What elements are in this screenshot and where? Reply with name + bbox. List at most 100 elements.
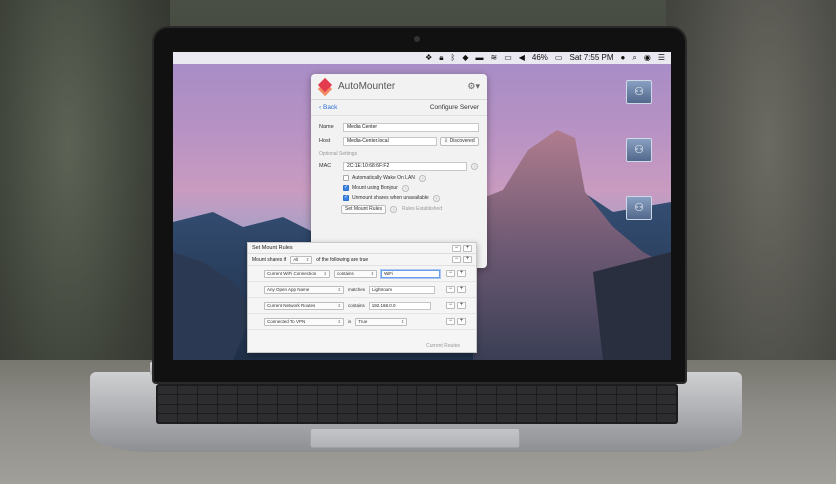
keyboard-key (497, 404, 517, 413)
chevron-down-icon: ⇕ (323, 270, 327, 276)
rule-quantifier-row: Mount shares if All ⇕ of the following ar… (248, 254, 476, 266)
volume-icon[interactable]: ◀ (519, 52, 525, 64)
remove-button[interactable]: − (452, 256, 461, 263)
keyboard-key (517, 395, 537, 404)
keyboard-key (177, 395, 197, 404)
siri-icon[interactable]: ◉ (644, 52, 651, 64)
add-rule-button[interactable]: + (457, 270, 466, 277)
remove-rule-group-button[interactable]: − (452, 244, 461, 252)
keyboard-key (397, 386, 417, 395)
desktop-drive-1[interactable]: ⚇ (619, 80, 659, 104)
unmount-row[interactable]: Unmount shares when unavailable ? (311, 193, 487, 203)
airplay-icon[interactable]: ▭ (504, 52, 512, 64)
mac-field[interactable]: 2C:1E:10:68:6F:F2 (343, 161, 467, 171)
keyboard-key (417, 386, 437, 395)
rule-field-select[interactable]: Connected To VPN ⇕ (264, 317, 344, 326)
name-row: Name Media Center (311, 120, 487, 134)
keyboard-key (397, 413, 417, 422)
keyboard-key (297, 386, 317, 395)
add-rule-button[interactable]: + (457, 286, 466, 293)
keyboard-key (517, 413, 537, 422)
remove-rule-button[interactable]: − (446, 318, 455, 325)
following-true-label: of the following are true (316, 256, 369, 263)
rules-established-label: Rules Established (401, 206, 442, 212)
remove-rule-button[interactable]: − (446, 302, 455, 309)
wake-help-icon[interactable]: ? (418, 174, 426, 182)
rule-operator-select[interactable]: contains ⇕ (334, 269, 378, 278)
keyboard-key (457, 386, 477, 395)
mount-rules-sheet: Set Mount Rules − + Mount shares if All ⇕… (247, 242, 477, 353)
chevron-down-icon: ⇕ (337, 302, 341, 308)
keyboard-key (597, 395, 617, 404)
dropbox-icon[interactable]: ❖ (425, 52, 432, 64)
rule-field-select[interactable]: Current Network Routes ⇕ (264, 301, 344, 310)
rule-field-value: Current Network Routes (267, 302, 316, 308)
rule-value-field[interactable]: WiFi (381, 269, 440, 278)
mac-help-icon[interactable]: ? (471, 162, 478, 170)
clock[interactable]: Sat 7:55 PM (569, 52, 613, 64)
wake-on-lan-checkbox[interactable] (343, 175, 349, 181)
remove-rule-button[interactable]: − (446, 286, 455, 293)
rule-value-field[interactable]: Lightroom (369, 285, 436, 294)
keyboard-key (317, 395, 337, 404)
add-rule-button[interactable]: + (457, 302, 466, 309)
camera-status-icon[interactable]: ▬ (475, 52, 483, 64)
unmount-help-icon[interactable]: ? (432, 194, 440, 202)
current-routes-link[interactable]: Current Routes (426, 343, 460, 349)
discovered-button[interactable]: ⇩ Discovered (440, 136, 479, 146)
keyboard-key (277, 395, 297, 404)
unmount-checkbox[interactable] (343, 194, 349, 201)
rule-field-select[interactable]: Current WiFi Connection ⇕ (264, 269, 330, 278)
host-field[interactable]: Media-Center.local (343, 136, 437, 146)
bonjour-checkbox[interactable] (343, 184, 349, 191)
keyboard-key (257, 395, 277, 404)
keyboard-key (277, 413, 297, 422)
rule-value-select[interactable]: True ⇕ (355, 317, 408, 326)
bonjour-help-icon[interactable]: ? (401, 184, 409, 192)
keyboard-key (417, 404, 437, 413)
rule-row: Current Network Routes ⇕ contains 192.168… (248, 298, 476, 314)
lock-icon[interactable]: 🔒︎ (439, 52, 443, 64)
bluetooth-icon[interactable]: ᛒ (451, 52, 456, 64)
keyboard-key (237, 404, 257, 413)
battery-percent[interactable]: 46% (532, 52, 548, 64)
quantifier-select[interactable]: All ⇕ (290, 255, 313, 264)
back-button[interactable]: ‹ Back (319, 104, 337, 111)
add-rule-group-button[interactable]: + (463, 244, 472, 252)
mac-label: MAC (319, 163, 332, 169)
notifications-icon[interactable]: ☰ (658, 52, 665, 64)
wake-on-lan-label: Automatically Wake On LAN (352, 175, 415, 181)
rule-operator-label: contains (348, 303, 365, 308)
app-title: AutoMounter (338, 81, 396, 92)
desktop-drive-3[interactable]: ⚇ (619, 196, 659, 220)
bonjour-row[interactable]: Mount using Bonjour ? (311, 183, 487, 193)
rule-field-select[interactable]: Any Open App Name ⇕ (264, 285, 344, 294)
add-rule-button[interactable]: + (457, 318, 466, 325)
keyboard-key (397, 395, 417, 404)
keyboard (156, 384, 678, 424)
wake-on-lan-row[interactable]: Automatically Wake On LAN ? (311, 173, 487, 183)
optional-settings-label: Optional Settings (319, 151, 358, 157)
user-icon[interactable]: ● (621, 52, 626, 64)
add-button[interactable]: + (463, 256, 472, 263)
keyboard-key (158, 395, 177, 404)
wifi-icon[interactable]: ≋ (490, 52, 497, 64)
automounter-icon[interactable]: ◆ (462, 52, 468, 64)
keyboard-key (617, 395, 637, 404)
rule-value-field[interactable]: 192.168.0.0 (368, 301, 431, 310)
battery-icon[interactable]: ▭ (555, 52, 563, 64)
rule-operator-value: contains (337, 270, 354, 276)
spotlight-icon[interactable]: ⌕ (632, 52, 636, 64)
desktop-drive-2[interactable]: ⚇ (619, 138, 659, 162)
keyboard-key (457, 413, 477, 422)
rules-help-icon[interactable]: ? (389, 205, 397, 213)
set-mount-rules-button[interactable]: Set Mount Rules (341, 204, 386, 214)
network-drive-icon: ⚇ (626, 138, 652, 162)
gear-icon[interactable]: ⚙▾ (467, 81, 480, 92)
keyboard-key (497, 413, 517, 422)
rule-field-value: Current WiFi Connection (267, 270, 317, 276)
rule-row-controls: − + (444, 270, 466, 277)
remove-rule-button[interactable]: − (446, 270, 455, 277)
keyboard-key (257, 386, 277, 395)
name-field[interactable]: Media Center (343, 122, 479, 132)
